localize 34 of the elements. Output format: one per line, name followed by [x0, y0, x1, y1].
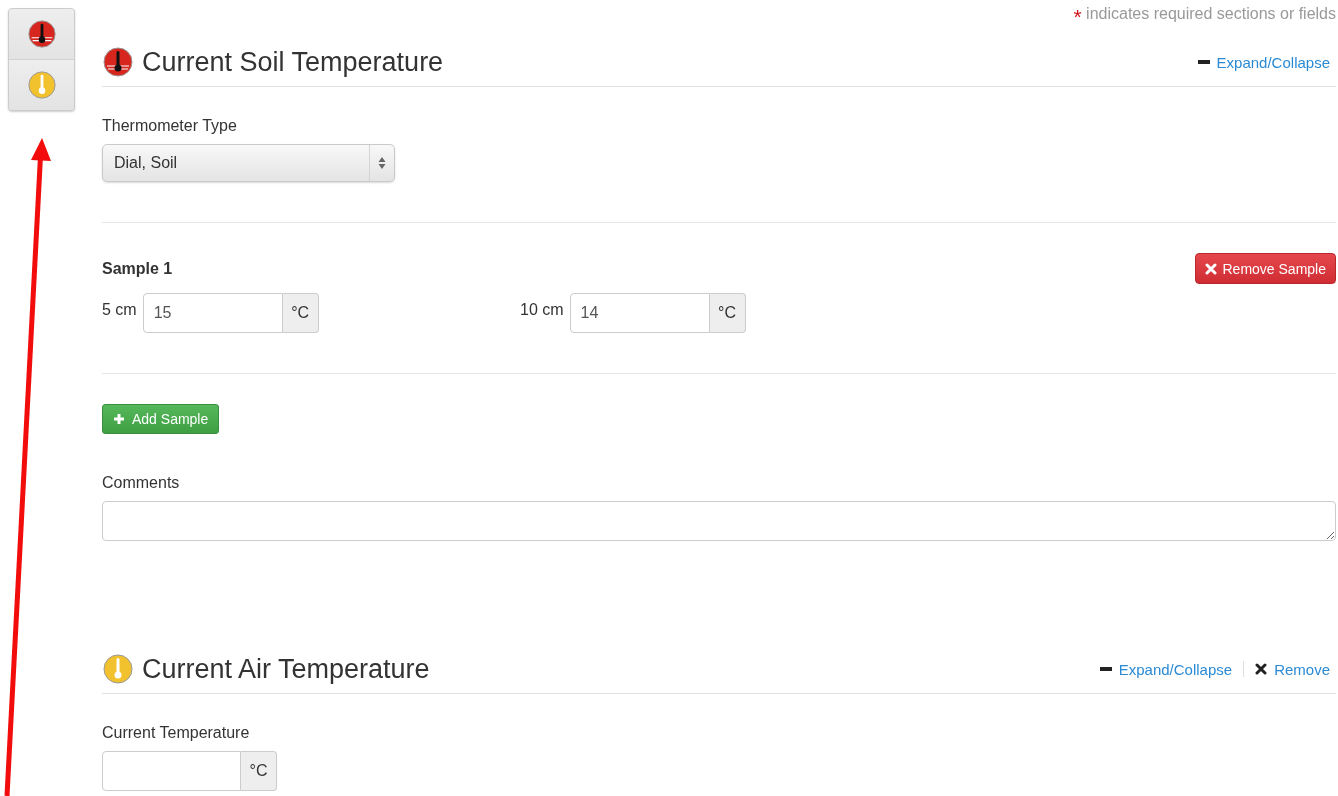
expand-collapse-link[interactable]: Expand/Collapse — [1216, 53, 1330, 71]
temperature-input[interactable]: 15 — [142, 293, 283, 333]
depth-label: 5 cm — [102, 300, 137, 319]
section-title: Current Soil Temperature — [142, 46, 444, 78]
depth-label: 10 cm — [520, 300, 564, 319]
field-label: Comments — [102, 474, 181, 492]
close-icon — [1255, 663, 1268, 675]
unit-addon: °C — [709, 293, 746, 333]
section-title: Current Air Temperature — [142, 653, 430, 685]
close-icon — [1204, 262, 1217, 275]
temperature-input[interactable]: 14 — [569, 293, 710, 333]
add-sample-button[interactable]: Add Sample — [102, 404, 220, 434]
minus-icon — [1197, 60, 1210, 64]
unit-addon: °C — [241, 751, 277, 791]
required-asterisk: * — [1073, 5, 1082, 28]
minus-icon — [1099, 667, 1112, 671]
field-label: Thermometer Type — [102, 117, 238, 135]
plus-icon — [113, 413, 125, 425]
field-label: Current Temperature — [102, 724, 251, 742]
remove-link[interactable]: Remove — [1274, 660, 1330, 678]
thermometer-icon — [102, 653, 134, 685]
remove-sample-button[interactable]: Remove Sample — [1194, 253, 1336, 284]
thermometer-icon — [26, 70, 57, 100]
thermometer-type-select[interactable]: Dial, Soil — [102, 144, 395, 182]
temperature-input[interactable] — [102, 751, 241, 791]
sample-title: Sample 1 — [102, 259, 173, 278]
unit-addon: °C — [282, 293, 319, 333]
required-note: indicates required sections or fields — [1086, 5, 1336, 22]
comments-field[interactable] — [102, 501, 1336, 541]
section-nav-button[interactable] — [9, 9, 74, 60]
expand-collapse-link[interactable]: Expand/Collapse — [1118, 660, 1233, 678]
updown-caret-icon — [378, 156, 386, 170]
thermometer-icon — [102, 46, 134, 78]
thermometer-icon — [26, 19, 57, 49]
